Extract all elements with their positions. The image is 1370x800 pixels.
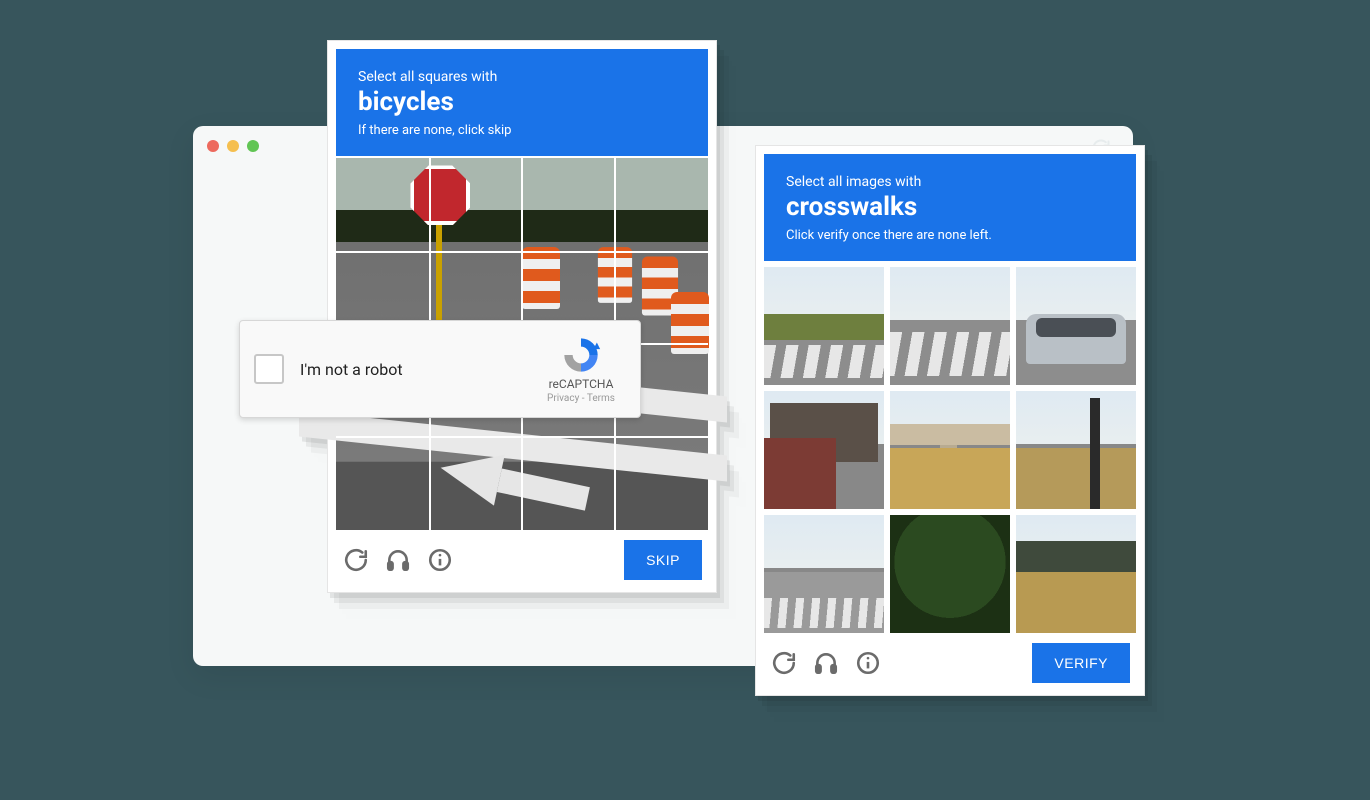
recaptcha-checkbox[interactable] [254,354,284,384]
captcha-image-grid-3x3 [764,267,1136,633]
captcha-challenge-crosswalks: Select all images with crosswalks Click … [755,145,1145,696]
image-tile[interactable] [764,515,884,633]
info-icon[interactable] [854,649,882,677]
grid-cell[interactable] [615,158,708,251]
captcha-header: Select all images with crosswalks Click … [764,154,1136,261]
image-tile[interactable] [890,515,1010,633]
image-tile[interactable] [1016,267,1136,385]
recaptcha-brand-name: reCAPTCHA [536,377,626,391]
reload-icon[interactable] [342,546,370,574]
recaptcha-brand: reCAPTCHA Privacy - Terms [536,335,626,404]
grid-cell[interactable] [615,437,708,530]
image-tile[interactable] [890,391,1010,509]
recaptcha-anchor: I'm not a robot reCAPTCHA Privacy - Term… [239,320,641,418]
captcha-challenge-bicycles: Select all squares with bicycles If ther… [327,40,717,593]
captcha-target-word: bicycles [358,87,686,117]
recaptcha-legal-links[interactable]: Privacy - Terms [536,393,626,404]
image-tile[interactable] [890,267,1010,385]
captcha-instruction-line1: Select all squares with [358,69,686,85]
window-minimize-dot[interactable] [227,140,239,152]
captcha-footer: VERIFY [764,633,1136,687]
captcha-instruction-line2: Click verify once there are none left. [786,228,1114,243]
grid-cell[interactable] [522,158,615,251]
image-tile[interactable] [764,267,884,385]
window-zoom-dot[interactable] [247,140,259,152]
verify-button[interactable]: VERIFY [1032,643,1130,683]
captcha-header: Select all squares with bicycles If ther… [336,49,708,156]
image-tile[interactable] [1016,515,1136,633]
image-tile[interactable] [764,391,884,509]
info-icon[interactable] [426,546,454,574]
grid-cell[interactable] [336,437,429,530]
reload-icon[interactable] [770,649,798,677]
grid-cell[interactable] [522,437,615,530]
skip-button[interactable]: SKIP [624,540,702,580]
headphones-icon[interactable] [812,649,840,677]
recaptcha-logo-icon [561,335,601,375]
window-close-dot[interactable] [207,140,219,152]
headphones-icon[interactable] [384,546,412,574]
captcha-target-word: crosswalks [786,192,1114,222]
grid-cell[interactable] [429,158,522,251]
grid-cell[interactable] [429,437,522,530]
captcha-instruction-line1: Select all images with [786,174,1114,190]
captcha-footer: SKIP [336,530,708,584]
image-tile[interactable] [1016,391,1136,509]
recaptcha-label: I'm not a robot [300,360,536,379]
grid-cell[interactable] [336,158,429,251]
captcha-instruction-line2: If there are none, click skip [358,123,686,138]
